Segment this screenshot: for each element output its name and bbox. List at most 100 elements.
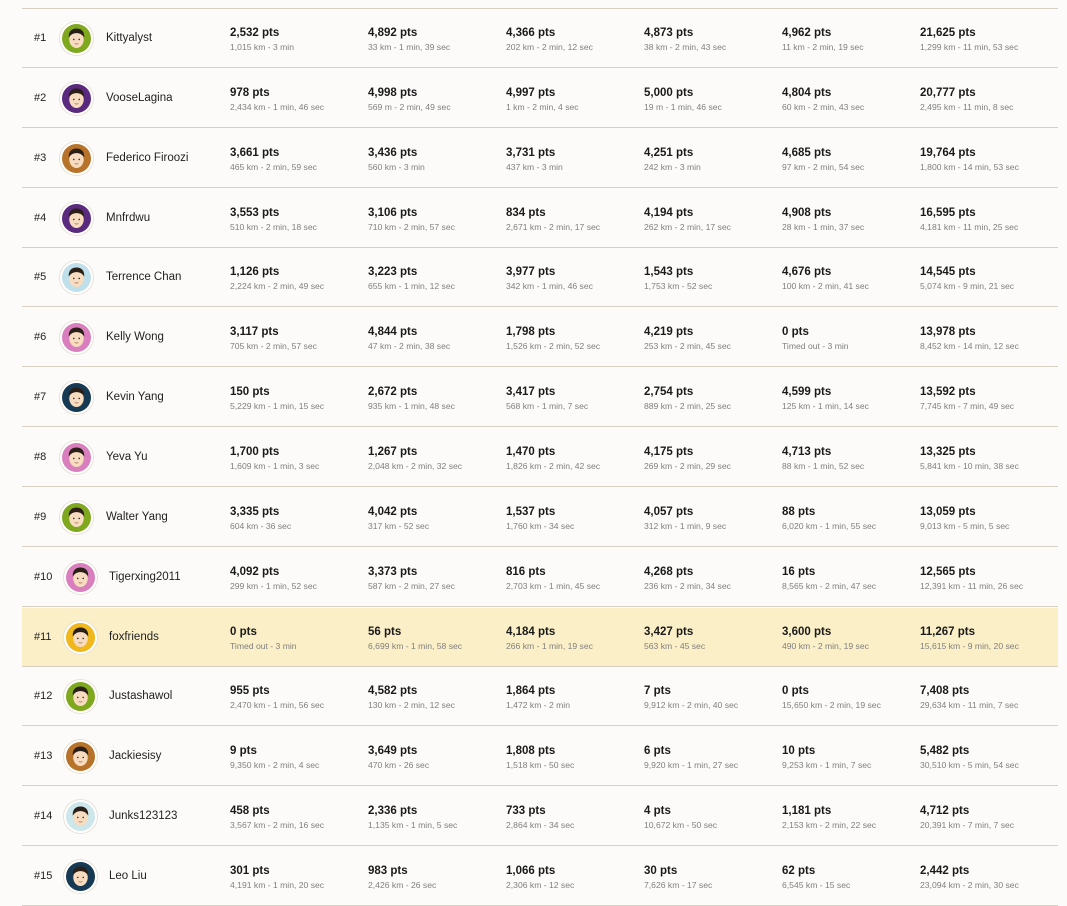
points-value: 4,194 pts <box>644 206 694 219</box>
distance-time-detail: 1,135 km - 1 min, 5 sec <box>368 820 458 831</box>
player-name[interactable]: Kevin Yang <box>106 368 164 427</box>
round-1-score: 978 pts 2,434 km - 1 min, 46 sec <box>230 86 324 113</box>
round-1-score: 150 pts 5,229 km - 1 min, 15 sec <box>230 385 324 412</box>
avatar[interactable] <box>64 859 97 893</box>
points-value: 5,482 pts <box>920 745 970 758</box>
avatar[interactable] <box>60 201 93 235</box>
points-value: 983 pts <box>368 864 408 877</box>
distance-time-detail: 10,672 km - 50 sec <box>644 820 718 831</box>
leaderboard-row[interactable]: #9 Walter Yang 3,335 pts 604 km - 36 sec 4,0… <box>22 488 1058 547</box>
player-name[interactable]: Federico Firoozi <box>106 129 188 188</box>
leaderboard-row[interactable]: #13 Jackiesisy 9 pts 9,350 km - 2 min, 4 se… <box>22 727 1058 787</box>
leaderboard-row[interactable]: #11 foxfriends 0 pts Timed out - 3 min 56 pt… <box>22 607 1058 667</box>
leaderboard-row[interactable]: #4 Mnfrdwu 3,553 pts 510 km - 2 min, 18 sec… <box>22 189 1058 248</box>
player-name[interactable]: Terrence Chan <box>106 248 181 307</box>
points-value: 4,042 pts <box>368 505 418 518</box>
leaderboard-row[interactable]: #3 Federico Firoozi 3,661 pts 465 km - 2 mi… <box>22 129 1058 188</box>
round-3-score: 1,470 pts 1,826 km - 2 min, 42 sec <box>506 445 600 472</box>
points-value: 4,997 pts <box>506 86 556 99</box>
points-value: 4,892 pts <box>368 27 418 39</box>
round-3-score: 1,066 pts 2,306 km - 12 sec <box>506 864 574 891</box>
player-name[interactable]: Walter Yang <box>106 488 168 547</box>
avatar[interactable] <box>60 22 93 55</box>
points-value: 4,844 pts <box>368 326 418 339</box>
avatar[interactable] <box>60 321 93 355</box>
avatar[interactable] <box>60 141 93 175</box>
avatar[interactable] <box>64 800 97 834</box>
avatar[interactable] <box>60 81 93 115</box>
distance-time-detail: 6,545 km - 15 sec <box>782 879 851 890</box>
leaderboard-row[interactable]: #10 Tigerxing2011 4,092 pts 299 km - 1 min,… <box>22 548 1058 607</box>
points-value: 834 pts <box>506 206 546 219</box>
player-name[interactable]: VooseLagina <box>106 69 173 128</box>
leaderboard-row[interactable]: #7 Kevin Yang 150 pts 5,229 km - 1 min, 15 … <box>22 368 1058 428</box>
player-name[interactable]: foxfriends <box>109 608 159 667</box>
avatar[interactable] <box>60 381 93 415</box>
rank-label: #9 <box>34 510 47 523</box>
distance-time-detail: 253 km - 2 min, 45 sec <box>644 341 731 352</box>
avatar[interactable] <box>64 560 97 594</box>
total-score: 12,565 pts 12,391 km - 11 min, 26 sec <box>920 565 1023 592</box>
points-value: 6 pts <box>644 745 671 758</box>
points-value: 3,436 pts <box>368 146 418 159</box>
round-5-score: 4,676 pts 100 km - 2 min, 41 sec <box>782 265 869 292</box>
total-score: 7,408 pts 29,634 km - 11 min, 7 sec <box>920 684 1018 711</box>
round-2-score: 4,892 pts 33 km - 1 min, 39 sec <box>368 26 450 53</box>
points-value: 4,184 pts <box>506 625 556 638</box>
leaderboard-row[interactable]: #2 VooseLagina 978 pts 2,434 km - 1 min, 46… <box>22 69 1058 128</box>
points-value: 1,543 pts <box>644 266 694 279</box>
player-name[interactable]: Junks123123 <box>109 787 177 846</box>
rank-label: #10 <box>34 570 53 583</box>
rank-label: #6 <box>34 331 47 344</box>
round-1-score: 2,532 pts 1,015 km - 3 min <box>230 26 294 53</box>
leaderboard-row[interactable]: #15 Leo Liu 301 pts 4,191 km - 1 min, 20 se… <box>22 847 1058 906</box>
points-value: 12,565 pts <box>920 565 976 578</box>
distance-time-detail: 2,470 km - 1 min, 56 sec <box>230 700 325 711</box>
leaderboard-row[interactable]: #5 Terrence Chan 1,126 pts 2,224 km - 2 min… <box>22 248 1058 308</box>
round-5-score: 88 pts 6,020 km - 1 min, 55 sec <box>782 505 876 532</box>
points-value: 2,336 pts <box>368 805 418 818</box>
player-name[interactable]: Mnfrdwu <box>106 189 150 248</box>
round-2-score: 3,106 pts 710 km - 2 min, 57 sec <box>368 206 455 233</box>
points-value: 62 pts <box>782 864 816 877</box>
player-name[interactable]: Jackiesisy <box>109 727 161 786</box>
round-5-score: 3,600 pts 490 km - 2 min, 19 sec <box>782 625 869 652</box>
round-4-score: 5,000 pts 19 m - 1 min, 46 sec <box>644 86 722 113</box>
round-3-score: 4,366 pts 202 km - 2 min, 12 sec <box>506 26 593 53</box>
distance-time-detail: 1,609 km - 1 min, 3 sec <box>230 460 320 471</box>
round-1-score: 955 pts 2,470 km - 1 min, 56 sec <box>230 684 324 711</box>
leaderboard-row[interactable]: #14 Junks123123 458 pts 3,567 km - 2 min, 1… <box>22 787 1058 847</box>
player-name[interactable]: Yeva Yu <box>106 428 148 487</box>
avatar[interactable] <box>64 740 97 774</box>
round-4-score: 30 pts 7,626 km - 17 sec <box>644 864 712 891</box>
avatar[interactable] <box>64 680 97 714</box>
distance-time-detail: 236 km - 2 min, 34 sec <box>644 580 731 591</box>
points-value: 3,335 pts <box>230 505 280 518</box>
avatar-face-icon <box>62 24 91 53</box>
leaderboard-row[interactable]: #6 Kelly Wong 3,117 pts 705 km - 2 min, 57 … <box>22 308 1058 368</box>
points-value: 5,000 pts <box>644 86 694 99</box>
avatar[interactable] <box>60 261 93 295</box>
avatar-face-icon <box>62 83 91 113</box>
distance-time-detail: 569 m - 2 min, 49 sec <box>368 101 451 112</box>
round-4-score: 4,057 pts 312 km - 1 min, 9 sec <box>644 505 726 532</box>
avatar[interactable] <box>60 500 93 534</box>
round-2-score: 4,998 pts 569 m - 2 min, 49 sec <box>368 86 451 113</box>
avatar-face-icon <box>66 682 95 712</box>
points-value: 88 pts <box>782 505 816 518</box>
rank-label: #12 <box>34 690 53 703</box>
round-4-score: 3,427 pts 563 km - 45 sec <box>644 625 705 652</box>
round-2-score: 2,336 pts 1,135 km - 1 min, 5 sec <box>368 804 457 831</box>
leaderboard-row[interactable]: #1 Kittyalyst 2,532 pts 1,015 km - 3 min 4,8… <box>22 9 1058 68</box>
avatar[interactable] <box>60 440 93 474</box>
player-name[interactable]: Tigerxing2011 <box>109 548 181 607</box>
player-name[interactable]: Kelly Wong <box>106 308 164 367</box>
distance-time-detail: 9,920 km - 1 min, 27 sec <box>644 760 739 771</box>
distance-time-detail: 465 km - 2 min, 59 sec <box>230 161 317 172</box>
leaderboard-row[interactable]: #8 Yeva Yu 1,700 pts 1,609 km - 1 min, 3 se… <box>22 428 1058 487</box>
avatar[interactable] <box>64 620 97 654</box>
player-name[interactable]: Leo Liu <box>109 847 147 906</box>
player-name[interactable]: Justashawol <box>109 667 172 726</box>
leaderboard-row[interactable]: #12 Justashawol 955 pts 2,470 km - 1 min, 5… <box>22 667 1058 727</box>
player-name[interactable]: Kittyalyst <box>106 9 152 68</box>
